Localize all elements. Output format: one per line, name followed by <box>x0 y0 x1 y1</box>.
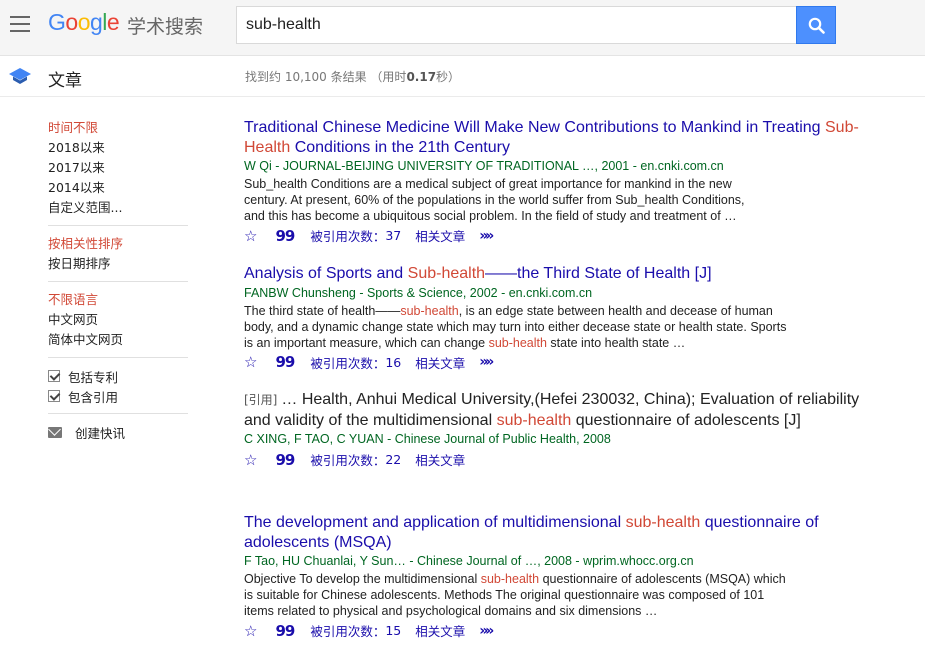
envelope-icon <box>48 426 62 438</box>
sort-by-date[interactable]: 按日期排序 <box>48 254 188 274</box>
cite-quote-icon[interactable]: 99 <box>275 353 295 371</box>
cited-by-link[interactable]: 被引用次数： 15 <box>310 621 401 640</box>
sort-group: 按相关性排序 按日期排序 <box>48 234 188 282</box>
result-snippet: The third state of health——sub-health, i… <box>244 303 787 350</box>
result-item: [引用]… Health, Anhui Medical University,(… <box>244 390 884 513</box>
filter-simplified-chinese-pages[interactable]: 简体中文网页 <box>48 330 188 350</box>
result-title-link[interactable]: Traditional Chinese Medicine Will Make N… <box>244 118 884 157</box>
related-articles-link[interactable]: 相关文章 <box>415 226 465 245</box>
filter-since-2014[interactable]: 2014以来 <box>48 178 188 198</box>
filter-time-any[interactable]: 时间不限 <box>48 118 188 138</box>
result-meta: F Tao, HU Chuanlai, Y Sun… - Chinese Jou… <box>244 554 694 568</box>
cited-by-link[interactable]: 被引用次数： 16 <box>310 353 401 372</box>
result-snippet: Sub_health Conditions are a medical subj… <box>244 177 745 223</box>
filter-custom-range[interactable]: 自定义范围... <box>48 198 188 218</box>
filter-sidebar: 时间不限 2018以来 2017以来 2014以来 自定义范围... 按相关性排… <box>48 118 188 442</box>
result-stats: 找到约 10,100 条结果 （用时0.17秒） <box>245 70 461 84</box>
more-options-icon[interactable]: »» <box>479 354 494 370</box>
cite-quote-icon[interactable]: 99 <box>275 622 295 640</box>
filter-since-2017[interactable]: 2017以来 <box>48 158 188 178</box>
include-citations-checkbox[interactable]: 包含引用 <box>48 386 188 406</box>
results-list: Traditional Chinese Medicine Will Make N… <box>244 118 884 640</box>
save-star-icon[interactable]: ☆ <box>244 622 257 640</box>
result-actions: ☆ 99 被引用次数： 37 相关文章 »» <box>244 226 884 245</box>
save-star-icon[interactable]: ☆ <box>244 353 257 371</box>
cited-by-link[interactable]: 被引用次数： 37 <box>310 226 401 245</box>
result-item: Traditional Chinese Medicine Will Make N… <box>244 118 884 264</box>
include-patents-checkbox[interactable]: 包括专利 <box>48 366 188 386</box>
related-articles-link[interactable]: 相关文章 <box>415 353 465 372</box>
related-articles-link[interactable]: 相关文章 <box>415 621 465 640</box>
result-item: The development and application of multi… <box>244 513 884 640</box>
checkbox-checked-icon <box>48 370 60 382</box>
include-options-group: 包括专利 包含引用 <box>48 366 188 414</box>
citation-tag: [引用] <box>244 393 278 407</box>
save-star-icon[interactable]: ☆ <box>244 451 257 469</box>
results-subheader: 文章 找到约 10,100 条结果 （用时0.17秒） <box>0 56 925 97</box>
result-item: Analysis of Sports and Sub-health——the T… <box>244 264 884 390</box>
related-articles-link[interactable]: 相关文章 <box>415 450 465 469</box>
scholar-label: 学术搜索 <box>127 16 204 38</box>
cite-quote-icon[interactable]: 99 <box>275 227 295 245</box>
time-filter-group: 时间不限 2018以来 2017以来 2014以来 自定义范围... <box>48 118 188 226</box>
top-bar: Google 学术搜索 <box>0 0 925 56</box>
search-icon <box>808 17 825 34</box>
result-title-link[interactable]: Analysis of Sports and Sub-health——the T… <box>244 264 884 284</box>
result-meta: FANBW Chunsheng - Sports & Science, 2002… <box>244 285 593 300</box>
filter-chinese-pages[interactable]: 中文网页 <box>48 310 188 330</box>
more-options-icon[interactable]: »» <box>479 623 494 639</box>
result-actions: ☆ 99 被引用次数： 16 相关文章 »» <box>244 353 884 372</box>
scholar-cap-icon <box>9 68 31 84</box>
cite-quote-icon[interactable]: 99 <box>275 451 295 469</box>
result-title-link[interactable]: The development and application of multi… <box>244 513 884 552</box>
result-actions: ☆ 99 被引用次数： 15 相关文章 »» <box>244 621 884 640</box>
search-button[interactable] <box>796 6 836 44</box>
result-actions: ☆ 99 被引用次数： 22 相关文章 <box>244 450 884 469</box>
checkbox-checked-icon <box>48 390 60 402</box>
result-title-citation: [引用]… Health, Anhui Medical University,(… <box>244 391 860 429</box>
result-snippet: Objective To develop the multidimensiona… <box>244 572 786 618</box>
save-star-icon[interactable]: ☆ <box>244 227 257 245</box>
google-logo[interactable]: Google <box>48 9 120 36</box>
result-meta: C XING, F TAO, C YUAN - Chinese Journal … <box>244 432 611 446</box>
hamburger-menu-icon[interactable] <box>10 16 30 32</box>
language-group: 不限语言 中文网页 简体中文网页 <box>48 290 188 358</box>
result-meta: W Qi - JOURNAL-BEIJING UNIVERSITY OF TRA… <box>244 159 724 173</box>
filter-since-2018[interactable]: 2018以来 <box>48 138 188 158</box>
create-alert-link[interactable]: 创建快讯 <box>48 422 188 442</box>
more-options-icon[interactable]: »» <box>479 228 494 244</box>
filter-any-language[interactable]: 不限语言 <box>48 290 188 310</box>
cited-by-link[interactable]: 被引用次数： 22 <box>310 450 401 469</box>
search-input[interactable] <box>236 6 797 44</box>
sort-by-relevance[interactable]: 按相关性排序 <box>48 234 188 254</box>
section-title-articles: 文章 <box>48 71 82 91</box>
